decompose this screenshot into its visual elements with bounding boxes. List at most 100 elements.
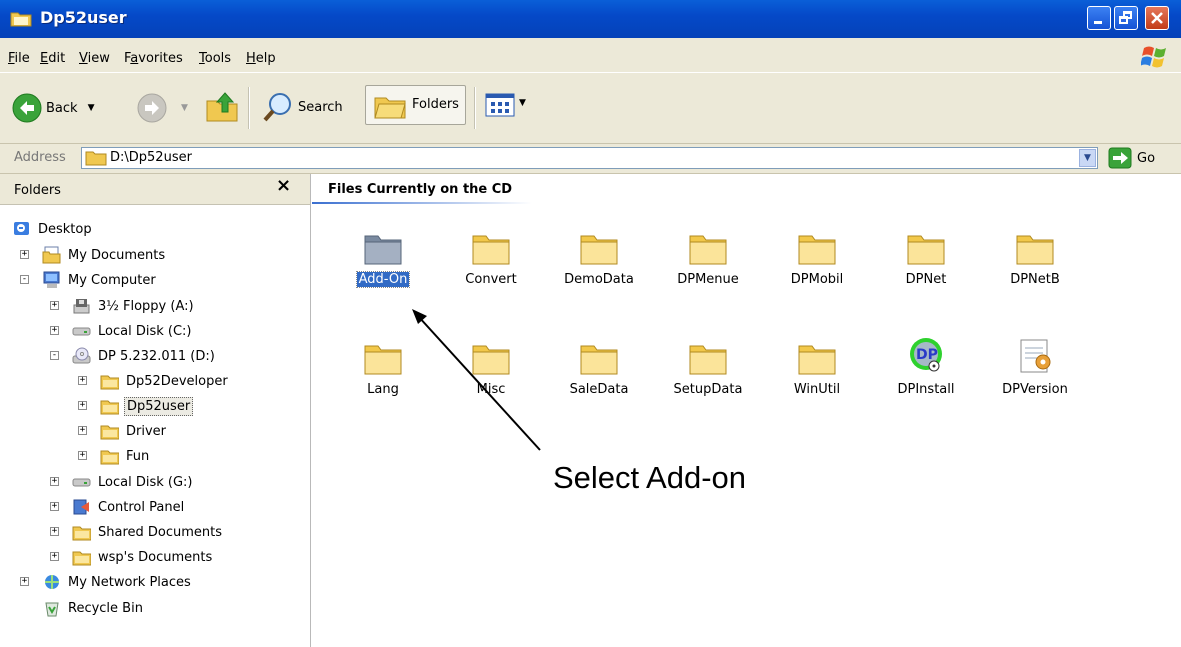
chevron-down-icon[interactable]: ▼ (88, 103, 95, 113)
tree-item[interactable]: Local Disk (C:) (72, 320, 193, 342)
folder-icon (364, 235, 402, 265)
folder-icon (85, 151, 107, 166)
tree-expander[interactable]: + (78, 451, 87, 460)
close-pane-button[interactable]: × (276, 175, 291, 196)
tree-item-label: Control Panel (98, 499, 185, 515)
tree-expander[interactable]: + (78, 401, 87, 410)
file-item-label: DPNet (905, 272, 947, 287)
file-item[interactable]: DPMobil (767, 226, 867, 287)
menu-help[interactable]: Help (246, 51, 276, 66)
file-item[interactable]: SaleData (549, 336, 649, 397)
folders-button[interactable]: Folders (365, 85, 466, 125)
text-file-icon (1020, 339, 1051, 373)
file-item-label: Misc (476, 382, 506, 397)
tree-item[interactable]: wsp's Documents (72, 546, 214, 568)
tree-item[interactable]: My Network Places (42, 571, 193, 593)
tree-expander[interactable]: + (78, 376, 87, 385)
tree-item[interactable]: Control Panel (72, 496, 186, 518)
tree-item[interactable]: Shared Documents (72, 521, 224, 543)
file-item[interactable]: Convert (441, 226, 541, 287)
tree-item-label: My Documents (68, 247, 166, 263)
folder-icon (1016, 235, 1054, 265)
file-item[interactable]: WinUtil (767, 336, 867, 397)
file-item-label: Convert (465, 272, 517, 287)
folder-icon (100, 375, 119, 390)
tree-item-label: My Network Places (68, 574, 191, 590)
tree-item-label: 3½ Floppy (A:) (98, 298, 194, 314)
tree-item[interactable]: Dp52Developer (100, 370, 230, 392)
chevron-down-icon[interactable]: ▼ (519, 98, 526, 108)
tree-item[interactable]: Dp52user (100, 395, 194, 417)
file-item[interactable]: Lang (333, 336, 433, 397)
restore-button[interactable] (1114, 6, 1138, 30)
tree-item[interactable]: Recycle Bin (42, 597, 145, 619)
menu-file[interactable]: File (8, 51, 30, 66)
minimize-button[interactable] (1087, 6, 1111, 30)
close-button[interactable] (1145, 6, 1169, 30)
tree-item[interactable]: My Documents (42, 244, 167, 266)
folders-pane-header: Folders × (0, 174, 310, 205)
file-item[interactable]: DPVersion (985, 336, 1085, 397)
disk-icon (72, 478, 91, 487)
folder-icon (364, 345, 402, 375)
tree-expander[interactable]: + (50, 552, 59, 561)
file-item[interactable]: DPNet (876, 226, 976, 287)
menu-view[interactable]: View (79, 51, 110, 66)
back-button[interactable]: Back ▼ (12, 93, 94, 123)
tree-item-label: Local Disk (G:) (98, 474, 193, 490)
forward-arrow-icon (137, 93, 167, 123)
menu-edit[interactable]: Edit (40, 51, 65, 66)
tree-expander[interactable]: + (50, 326, 59, 335)
tree-expander[interactable]: + (20, 577, 29, 586)
tree-item[interactable]: Driver (100, 420, 168, 442)
file-item[interactable]: DPMenue (658, 226, 758, 287)
content-header: Files Currently on the CD (312, 174, 1181, 204)
file-item[interactable]: Misc (441, 336, 541, 397)
tree-item[interactable]: Fun (100, 445, 151, 467)
views-button[interactable]: ▼ (482, 89, 534, 123)
tree-expander[interactable]: + (50, 477, 59, 486)
go-button[interactable]: Go (1108, 147, 1155, 169)
tree-item-label: Dp52Developer (126, 373, 228, 389)
tree-expander[interactable]: + (78, 426, 87, 435)
tree-item[interactable]: Local Disk (G:) (72, 471, 194, 493)
menu-tools[interactable]: Tools (199, 51, 231, 66)
tree-item-label: Dp52user (124, 396, 194, 416)
documents-icon (42, 246, 61, 264)
tree-item-label: Local Disk (C:) (98, 323, 192, 339)
tree-expander[interactable]: - (20, 275, 29, 284)
file-item[interactable]: SetupData (658, 336, 758, 397)
tree-expander[interactable]: + (50, 301, 59, 310)
computer-icon (43, 271, 60, 288)
control-panel-icon (73, 499, 89, 515)
tree-item-label: Fun (126, 448, 150, 464)
tree-item[interactable]: DP 5.232.011 (D:) (72, 345, 217, 367)
address-bar: Address D:\Dp52user ▼ Go (0, 144, 1181, 174)
up-folder-button[interactable] (205, 89, 239, 123)
file-item[interactable]: DP DPInstall (876, 336, 976, 397)
address-dropdown-button[interactable]: ▼ (1079, 149, 1096, 167)
folder-icon (72, 551, 91, 566)
tree-item[interactable]: 3½ Floppy (A:) (72, 295, 196, 317)
file-item[interactable]: Add-On (333, 226, 433, 288)
tree-expander[interactable]: + (50, 502, 59, 511)
file-item[interactable]: DemoData (549, 226, 649, 287)
address-input[interactable]: D:\Dp52user ▼ (81, 147, 1098, 169)
tree-expander[interactable]: + (20, 250, 29, 259)
views-icon (485, 93, 515, 117)
tree-item[interactable]: My Computer (42, 269, 158, 291)
recycle-bin-icon (45, 602, 59, 617)
tree-expander[interactable]: - (50, 351, 59, 360)
chevron-down-icon[interactable]: ▼ (181, 103, 188, 113)
search-button[interactable]: Search (262, 91, 343, 123)
menu-favorites[interactable]: Favorites (124, 51, 183, 66)
tree-item[interactable]: Desktop (12, 218, 94, 240)
forward-button[interactable]: ▼ (137, 93, 188, 123)
file-item-label: Add-On (355, 271, 411, 288)
file-item[interactable]: DPNetB (985, 226, 1085, 287)
tree-expander[interactable]: + (50, 527, 59, 536)
file-item-label: WinUtil (793, 382, 841, 397)
file-item-label: DPVersion (1002, 382, 1068, 397)
content-title: Files Currently on the CD (328, 182, 513, 197)
folder-icon (100, 400, 119, 415)
